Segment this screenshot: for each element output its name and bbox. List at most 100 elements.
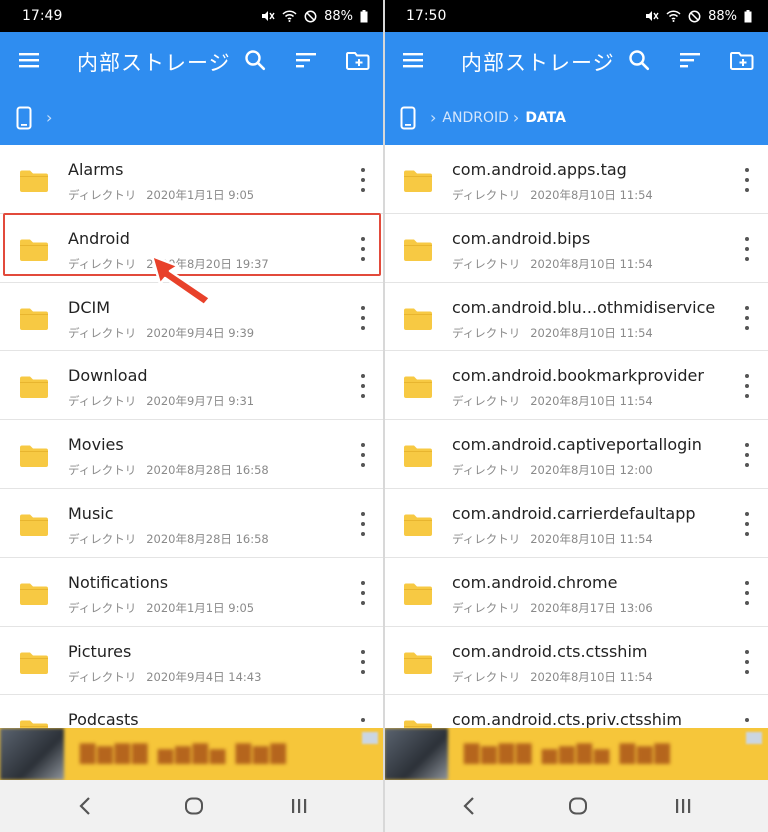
mute-icon bbox=[645, 10, 659, 22]
list-item[interactable]: Movies ディレクトリ 2020年8月28日 16:58 bbox=[0, 420, 384, 489]
file-meta: ディレクトリ 2020年8月10日 11:54 bbox=[452, 325, 653, 341]
folder-icon bbox=[403, 307, 433, 335]
file-name: DCIM bbox=[68, 297, 111, 317]
more-vertical-icon[interactable] bbox=[740, 443, 754, 468]
create-new-folder-icon[interactable] bbox=[346, 49, 370, 75]
sort-icon[interactable] bbox=[295, 50, 317, 74]
list-item[interactable]: com.android.blu...othmidiservice ディレクトリ 20… bbox=[384, 283, 768, 352]
file-type: ディレクトリ bbox=[452, 669, 521, 684]
list-item[interactable]: com.android.apps.tag ディレクトリ 2020年8月10日 11:… bbox=[384, 145, 768, 214]
home-icon[interactable] bbox=[184, 797, 204, 819]
more-vertical-icon[interactable] bbox=[356, 718, 370, 728]
file-type: ディレクトリ bbox=[68, 531, 137, 546]
app-title: 内部ストレージ bbox=[77, 51, 231, 75]
ad-info-icon[interactable] bbox=[746, 732, 762, 744]
ad-banner[interactable]: ▇▆▇▇ ▅▆▇▅ ▇▆▇ bbox=[0, 728, 384, 780]
battery-percent: 88% bbox=[708, 8, 737, 24]
menu-icon[interactable] bbox=[402, 51, 424, 73]
more-vertical-icon[interactable] bbox=[356, 580, 370, 605]
file-name: com.android.captiveportallogin bbox=[452, 435, 702, 455]
folder-icon bbox=[19, 651, 49, 679]
list-item[interactable]: Pictures ディレクトリ 2020年9月4日 14:43 bbox=[0, 627, 384, 696]
list-item[interactable]: Alarms ディレクトリ 2020年1月1日 9:05 bbox=[0, 145, 384, 214]
recent-apps-icon[interactable] bbox=[674, 797, 692, 819]
list-item[interactable]: com.android.cts.priv.ctsshim bbox=[384, 695, 768, 728]
list-item[interactable]: com.android.bookmarkprovider ディレクトリ 2020年8… bbox=[384, 351, 768, 421]
list-item[interactable]: com.android.chrome ディレクトリ 2020年8月17日 13:06 bbox=[384, 558, 768, 627]
folder-icon bbox=[19, 513, 49, 541]
ad-banner[interactable]: ▇▆▇▇ ▅▆▇▅ ▇▆▇ bbox=[384, 728, 768, 780]
more-vertical-icon[interactable] bbox=[356, 511, 370, 536]
more-vertical-icon[interactable] bbox=[740, 168, 754, 192]
more-vertical-icon[interactable] bbox=[740, 236, 754, 261]
menu-icon[interactable] bbox=[18, 51, 40, 73]
list-item[interactable]: com.android.captiveportallogin ディレクトリ 2020… bbox=[384, 420, 768, 489]
search-icon[interactable] bbox=[244, 49, 266, 75]
file-date: 2020年8月17日 13:06 bbox=[530, 600, 653, 615]
file-name: Notifications bbox=[68, 572, 169, 592]
do-not-disturb-icon bbox=[688, 10, 701, 23]
list-item[interactable]: com.android.carrierdefaultapp ディレクトリ 2020年… bbox=[384, 489, 768, 558]
file-date: 2020年9月4日 14:43 bbox=[146, 669, 262, 684]
more-vertical-icon[interactable] bbox=[356, 374, 370, 399]
file-meta: ディレクトリ 2020年1月1日 9:05 bbox=[68, 187, 254, 203]
list-item[interactable]: Podcasts bbox=[0, 695, 384, 728]
chevron-right-icon: › bbox=[512, 108, 520, 127]
file-name: com.android.carrierdefaultapp bbox=[452, 503, 696, 523]
list-item[interactable]: com.android.bips ディレクトリ 2020年8月10日 11:54 bbox=[384, 214, 768, 283]
back-icon[interactable] bbox=[462, 796, 476, 820]
file-type: ディレクトリ bbox=[68, 188, 137, 202]
more-vertical-icon[interactable] bbox=[356, 305, 370, 330]
file-list: com.android.apps.tag ディレクトリ 2020年8月10日 11:… bbox=[384, 145, 768, 728]
ad-info-icon[interactable] bbox=[362, 732, 378, 744]
more-vertical-icon[interactable] bbox=[356, 168, 370, 192]
phone-storage-icon[interactable] bbox=[16, 106, 32, 134]
folder-icon bbox=[403, 719, 433, 728]
sort-icon[interactable] bbox=[679, 50, 701, 74]
more-vertical-icon[interactable] bbox=[740, 374, 754, 399]
status-time: 17:50 bbox=[406, 8, 447, 24]
folder-icon bbox=[403, 238, 433, 266]
mute-icon bbox=[261, 10, 275, 22]
status-icons: 88% bbox=[645, 9, 752, 24]
battery-icon bbox=[360, 9, 368, 23]
breadcrumb-android[interactable]: ANDROID bbox=[442, 110, 509, 126]
do-not-disturb-icon bbox=[304, 10, 317, 23]
create-new-folder-icon[interactable] bbox=[730, 49, 754, 75]
path-bar: › bbox=[0, 90, 384, 145]
file-type: ディレクトリ bbox=[452, 600, 521, 615]
list-item[interactable]: Download ディレクトリ 2020年9月7日 9:31 bbox=[0, 351, 384, 421]
phone-storage-icon[interactable] bbox=[400, 106, 416, 134]
file-meta: ディレクトリ 2020年8月10日 11:54 bbox=[452, 669, 653, 685]
screenshot-comparison: 17:49 88% 内部ストレージ › Alarms ディレクトリ 2020年1… bbox=[0, 0, 768, 832]
more-vertical-icon[interactable] bbox=[740, 305, 754, 330]
file-date: 2020年9月7日 9:31 bbox=[146, 394, 255, 409]
more-vertical-icon[interactable] bbox=[740, 649, 754, 674]
home-icon[interactable] bbox=[568, 797, 588, 819]
more-vertical-icon[interactable] bbox=[356, 649, 370, 674]
file-name: Music bbox=[68, 503, 114, 523]
list-item[interactable]: Notifications ディレクトリ 2020年1月1日 9:05 bbox=[0, 558, 384, 627]
file-meta: ディレクトリ 2020年9月4日 9:39 bbox=[68, 325, 254, 341]
more-vertical-icon[interactable] bbox=[740, 580, 754, 605]
file-list: Alarms ディレクトリ 2020年1月1日 9:05 Android ディレクトリ 2… bbox=[0, 145, 384, 728]
more-vertical-icon[interactable] bbox=[356, 236, 370, 261]
navigation-bar bbox=[0, 780, 384, 832]
folder-icon bbox=[19, 719, 49, 728]
more-vertical-icon[interactable] bbox=[356, 443, 370, 468]
file-date: 2020年9月4日 9:39 bbox=[146, 325, 255, 340]
app-bar: 内部ストレージ bbox=[0, 32, 384, 90]
list-item[interactable]: Music ディレクトリ 2020年8月28日 16:58 bbox=[0, 489, 384, 558]
status-bar: 17:49 88% bbox=[0, 0, 384, 32]
path-bar: › ANDROID › DATA bbox=[384, 90, 768, 145]
back-icon[interactable] bbox=[78, 796, 92, 820]
file-date: 2020年8月10日 11:54 bbox=[530, 531, 653, 546]
recent-apps-icon[interactable] bbox=[290, 797, 308, 819]
breadcrumb-data[interactable]: DATA bbox=[525, 110, 566, 126]
more-vertical-icon[interactable] bbox=[740, 511, 754, 536]
folder-icon bbox=[403, 582, 433, 610]
more-vertical-icon[interactable] bbox=[740, 718, 754, 728]
list-item[interactable]: com.android.cts.ctsshim ディレクトリ 2020年8月10日 … bbox=[384, 627, 768, 696]
file-name: Podcasts bbox=[68, 710, 139, 728]
search-icon[interactable] bbox=[628, 49, 650, 75]
